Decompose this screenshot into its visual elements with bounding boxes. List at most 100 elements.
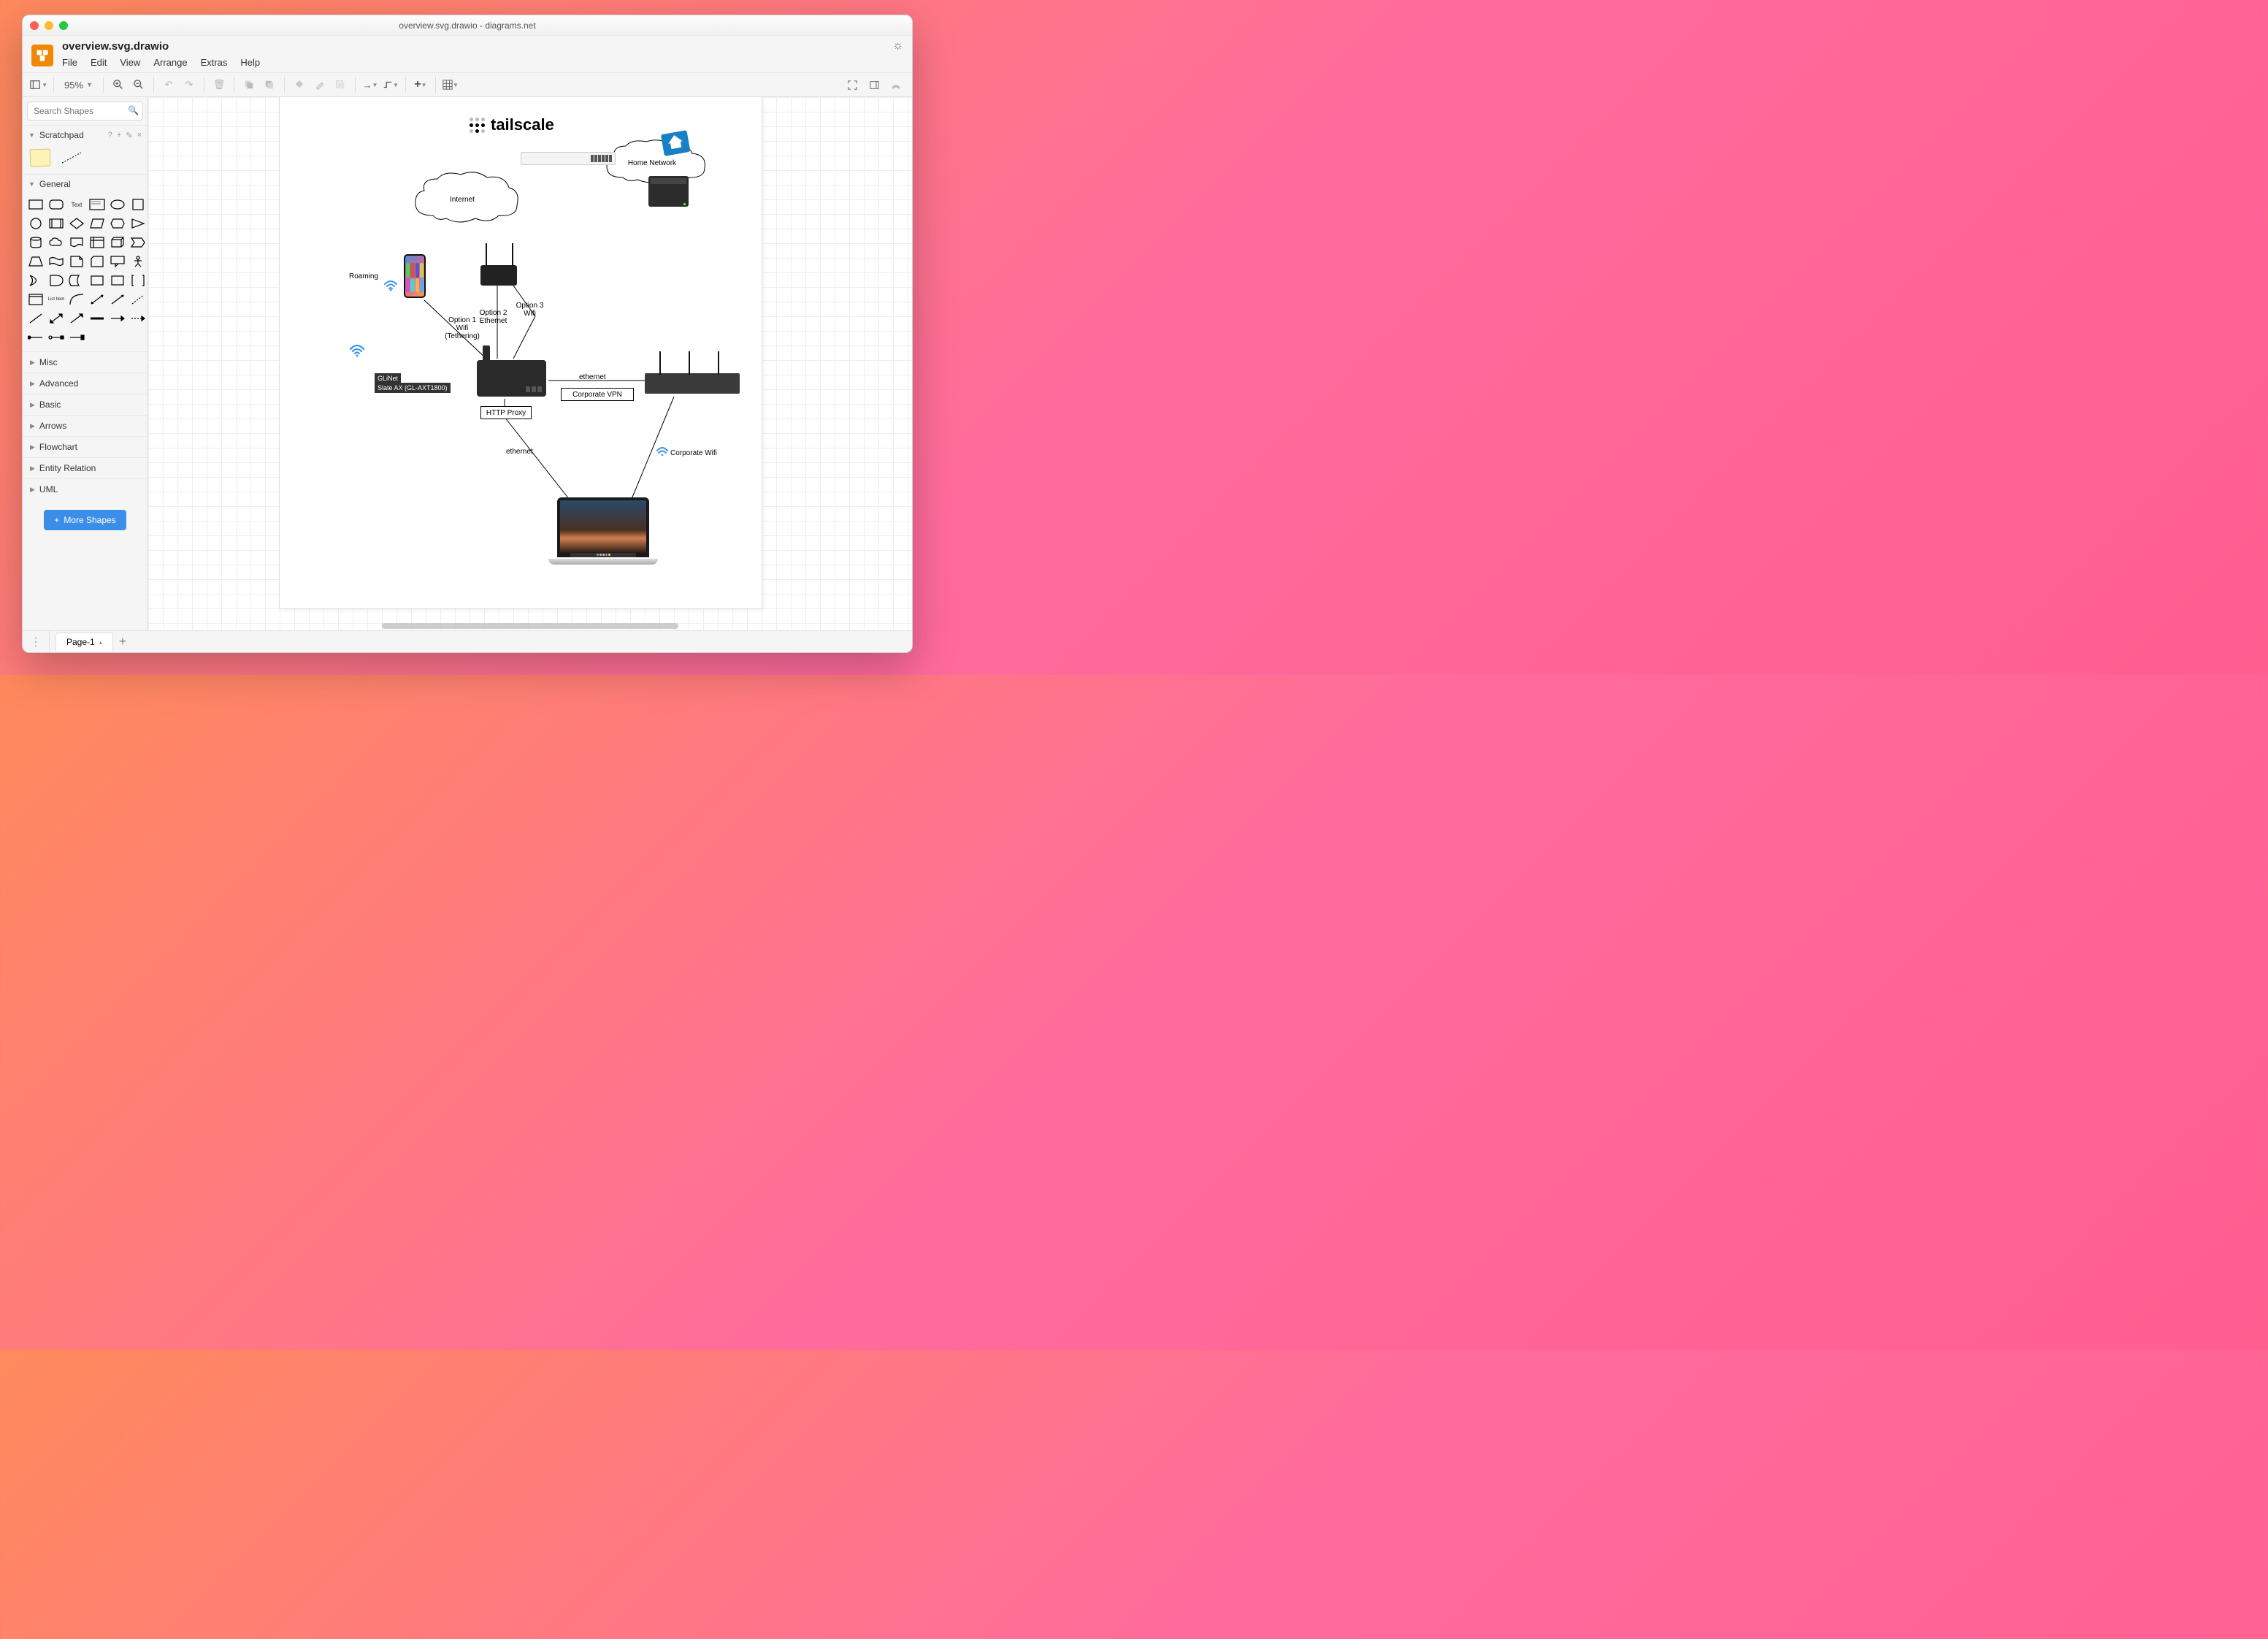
shape-or[interactable] xyxy=(27,272,45,289)
fill-color-icon[interactable] xyxy=(291,76,308,93)
corporate-vpn-box[interactable]: Corporate VPN xyxy=(561,388,634,401)
shape-diamond[interactable] xyxy=(68,215,85,232)
document-title[interactable]: overview.svg.drawio xyxy=(62,39,169,53)
shape-trapezoid[interactable] xyxy=(27,253,45,270)
search-input[interactable] xyxy=(27,102,143,121)
to-front-icon[interactable] xyxy=(240,76,258,93)
fullscreen-icon[interactable] xyxy=(843,76,861,93)
shape-thickline[interactable] xyxy=(88,310,106,326)
shape-tape[interactable] xyxy=(47,253,65,270)
format-panel-icon[interactable] xyxy=(865,76,883,93)
shape-document[interactable] xyxy=(68,234,85,251)
menu-arrange[interactable]: Arrange xyxy=(153,57,187,68)
shadow-icon[interactable] xyxy=(332,76,349,93)
shape-link4[interactable] xyxy=(47,329,65,345)
shape-link3[interactable] xyxy=(27,329,45,345)
appearance-toggle-icon[interactable]: ☼ xyxy=(892,39,903,53)
iphone-device[interactable] xyxy=(404,254,426,298)
shape-ellipse[interactable] xyxy=(109,196,126,213)
shape-cube[interactable] xyxy=(109,234,126,251)
category-advanced[interactable]: ▶Advanced xyxy=(23,372,148,394)
shape-square[interactable] xyxy=(129,196,147,213)
horizontal-scrollbar[interactable] xyxy=(382,623,678,629)
shape-list[interactable] xyxy=(27,291,45,307)
minimize-icon[interactable] xyxy=(45,21,53,30)
shape-brackets[interactable] xyxy=(129,272,147,289)
category-uml[interactable]: ▶UML xyxy=(23,478,148,500)
shape-link1[interactable] xyxy=(109,310,126,326)
shape-cylinder[interactable] xyxy=(27,234,45,251)
undo-icon[interactable]: ↶ xyxy=(160,76,177,93)
menu-help[interactable]: Help xyxy=(240,57,260,68)
category-entity[interactable]: ▶Entity Relation xyxy=(23,457,148,478)
wifi-router[interactable] xyxy=(480,265,517,286)
shape-line[interactable] xyxy=(27,310,45,326)
shape-text[interactable]: Text xyxy=(68,196,85,213)
page-tab-1[interactable]: Page-1▴ xyxy=(55,633,113,651)
http-proxy-box[interactable]: HTTP Proxy xyxy=(480,406,532,419)
menu-edit[interactable]: Edit xyxy=(91,57,107,68)
shape-rect3[interactable] xyxy=(109,272,126,289)
scratchpad-help-icon[interactable]: ? xyxy=(108,131,112,140)
shape-and[interactable] xyxy=(47,272,65,289)
shape-rect[interactable] xyxy=(27,196,45,213)
canvas[interactable]: tailscale Home Network xyxy=(148,97,912,630)
category-flowchart[interactable]: ▶Flowchart xyxy=(23,436,148,457)
shape-biarrow[interactable] xyxy=(88,291,106,307)
general-header[interactable]: ▼ General xyxy=(23,174,148,194)
zoom-out-icon[interactable] xyxy=(130,76,148,93)
scratchpad-close-icon[interactable]: × xyxy=(137,131,142,140)
connection-icon[interactable]: →▼ xyxy=(361,76,379,93)
home-assistant-icon[interactable] xyxy=(659,126,692,159)
to-back-icon[interactable] xyxy=(261,76,278,93)
menu-extras[interactable]: Extras xyxy=(201,57,228,68)
delete-icon[interactable]: 🗑 xyxy=(210,76,228,93)
shape-rounded[interactable] xyxy=(47,196,65,213)
shape-listitem[interactable]: List Item xyxy=(47,291,65,307)
category-misc[interactable]: ▶Misc xyxy=(23,351,148,372)
shape-rect2[interactable] xyxy=(88,272,106,289)
shape-dashline[interactable] xyxy=(129,291,147,307)
macbook-device[interactable] xyxy=(548,497,658,570)
tailscale-logo[interactable]: tailscale xyxy=(470,115,554,134)
scratchpad-add-icon[interactable]: + xyxy=(117,131,121,140)
shape-callout[interactable] xyxy=(109,253,126,270)
pages-menu-icon[interactable]: ⋮ xyxy=(23,635,49,649)
line-color-icon[interactable] xyxy=(311,76,329,93)
shape-hexagon[interactable] xyxy=(109,215,126,232)
dashed-line-shape[interactable] xyxy=(61,150,83,166)
shape-link2[interactable] xyxy=(129,310,147,326)
shape-datastore[interactable] xyxy=(68,272,85,289)
shape-internal[interactable] xyxy=(88,234,106,251)
redo-icon[interactable]: ↷ xyxy=(180,76,198,93)
menu-file[interactable]: File xyxy=(62,57,77,68)
shape-cloud[interactable] xyxy=(47,234,65,251)
shape-parallelogram[interactable] xyxy=(88,215,106,232)
category-arrows[interactable]: ▶Arrows xyxy=(23,415,148,436)
sidebar-toggle-icon[interactable]: ▼ xyxy=(30,76,47,93)
waypoint-icon[interactable]: ▼ xyxy=(382,76,399,93)
table-icon[interactable]: ▼ xyxy=(442,76,459,93)
shape-step[interactable] xyxy=(129,234,147,251)
glinet-router[interactable] xyxy=(477,360,546,397)
insert-icon[interactable]: +▼ xyxy=(412,76,429,93)
shape-note[interactable] xyxy=(68,253,85,270)
shape-arrow2[interactable] xyxy=(68,310,85,326)
nas-device[interactable] xyxy=(648,176,689,207)
scratchpad-header[interactable]: ▼ Scratchpad ? + ✎ × xyxy=(23,125,148,145)
shape-process[interactable] xyxy=(47,215,65,232)
shape-textbox[interactable] xyxy=(88,196,106,213)
maximize-icon[interactable] xyxy=(59,21,68,30)
menu-view[interactable]: View xyxy=(120,57,140,68)
collapse-icon[interactable]: ︽ xyxy=(887,76,905,93)
zoom-in-icon[interactable] xyxy=(110,76,127,93)
titlebar[interactable]: overview.svg.drawio - diagrams.net xyxy=(23,15,912,36)
unifi-device[interactable] xyxy=(521,152,616,165)
shape-biarrow2[interactable] xyxy=(47,310,65,326)
shape-link5[interactable] xyxy=(68,329,85,345)
shape-actor[interactable] xyxy=(129,253,147,270)
shape-card[interactable] xyxy=(88,253,106,270)
zoom-select[interactable]: 95%▼ xyxy=(60,80,97,91)
shape-arrow[interactable] xyxy=(109,291,126,307)
scratchpad-edit-icon[interactable]: ✎ xyxy=(126,131,132,140)
